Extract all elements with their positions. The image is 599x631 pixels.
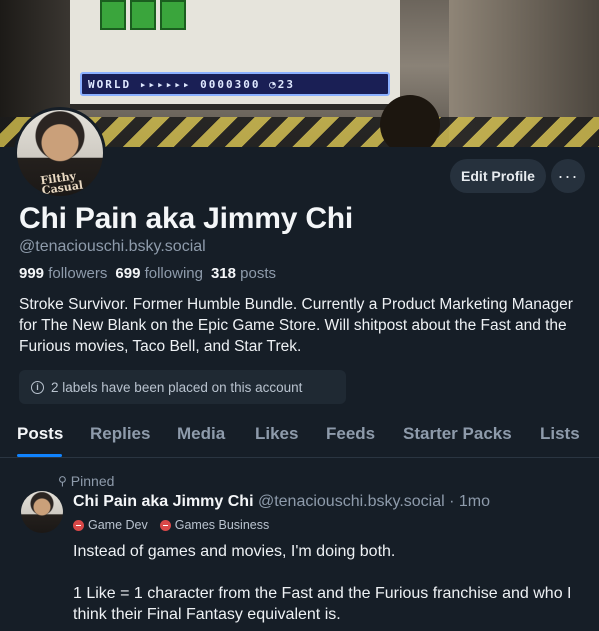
post-label-text: Games Business bbox=[174, 518, 270, 532]
followers-link[interactable]: 999 followers bbox=[19, 265, 115, 282]
label-icon bbox=[73, 519, 84, 531]
post-label-game-dev[interactable]: Game Dev bbox=[73, 518, 148, 532]
profile-bio: Stroke Survivor. Former Humble Bundle. C… bbox=[19, 296, 573, 355]
labels-notice-text: 2 labels have been placed on this accoun… bbox=[51, 379, 303, 395]
pipe-graphic bbox=[100, 0, 126, 30]
tab-lists[interactable]: Lists bbox=[540, 424, 580, 444]
posts-stat: 318 posts bbox=[211, 265, 284, 282]
following-label: following bbox=[144, 265, 203, 282]
banner-person bbox=[380, 95, 440, 147]
pin-icon: ⚲ bbox=[58, 474, 67, 488]
edit-profile-button[interactable]: Edit Profile bbox=[450, 159, 546, 193]
active-tab-indicator bbox=[17, 454, 62, 457]
following-link[interactable]: 699 following bbox=[115, 265, 211, 282]
post-author-avatar[interactable] bbox=[21, 491, 63, 533]
posts-label: posts bbox=[240, 265, 277, 282]
post-paragraph: Instead of games and movies, I'm doing b… bbox=[73, 543, 396, 560]
profile-stats: 999 followers 699 following 318 posts bbox=[19, 265, 284, 282]
post-label-text: Game Dev bbox=[88, 518, 148, 532]
tab-replies[interactable]: Replies bbox=[90, 424, 150, 444]
post-paragraph: 1 Like = 1 character from the Fast and t… bbox=[73, 585, 572, 623]
label-icon bbox=[159, 519, 171, 531]
followers-count: 999 bbox=[19, 265, 45, 282]
avatar-shirt-text: Filthy Casual bbox=[39, 169, 84, 198]
post-labels: Game Dev Games Business bbox=[73, 518, 269, 532]
pinned-indicator: ⚲ Pinned bbox=[58, 473, 114, 489]
tab-posts[interactable]: Posts bbox=[17, 424, 63, 444]
pinned-label: Pinned bbox=[70, 473, 115, 489]
post-body[interactable]: Instead of games and movies, I'm doing b… bbox=[73, 541, 593, 631]
banner-game-screen: WORLD ▸▸▸▸▸▸ 0000300 ◔23 bbox=[70, 0, 400, 110]
posts-count: 318 bbox=[210, 265, 236, 282]
tab-starter-packs[interactable]: Starter Packs bbox=[403, 424, 512, 444]
display-name: Chi Pain aka Jimmy Chi bbox=[19, 202, 354, 235]
post-time[interactable]: · 1mo bbox=[449, 493, 490, 510]
game-hud: WORLD ▸▸▸▸▸▸ 0000300 ◔23 bbox=[80, 72, 390, 96]
followers-label: followers bbox=[48, 265, 108, 282]
pipe-graphic bbox=[130, 0, 156, 30]
post-header: Chi Pain aka Jimmy Chi @tenaciouschi.bsk… bbox=[73, 493, 490, 511]
profile-avatar[interactable]: Filthy Casual bbox=[14, 107, 106, 199]
following-count: 699 bbox=[115, 265, 141, 282]
post-label-games-business[interactable]: Games Business bbox=[159, 518, 270, 532]
ellipsis-icon: ··· bbox=[557, 165, 579, 186]
post-author-handle[interactable]: @tenaciouschi.bsky.social bbox=[258, 493, 445, 510]
tab-likes[interactable]: Likes bbox=[255, 424, 298, 444]
tab-feeds[interactable]: Feeds bbox=[326, 424, 375, 444]
profile-handle: @tenaciouschi.bsky.social bbox=[19, 238, 206, 255]
pipe-graphic bbox=[160, 0, 186, 30]
more-options-button[interactable]: ··· bbox=[551, 159, 585, 193]
labels-notice[interactable]: i 2 labels have been placed on this acco… bbox=[19, 370, 346, 404]
profile-tabs: Posts Replies Media Likes Feeds Starter … bbox=[0, 412, 599, 458]
info-icon: i bbox=[31, 380, 44, 394]
post-author-name[interactable]: Chi Pain aka Jimmy Chi bbox=[73, 493, 254, 510]
tab-media[interactable]: Media bbox=[177, 424, 225, 444]
